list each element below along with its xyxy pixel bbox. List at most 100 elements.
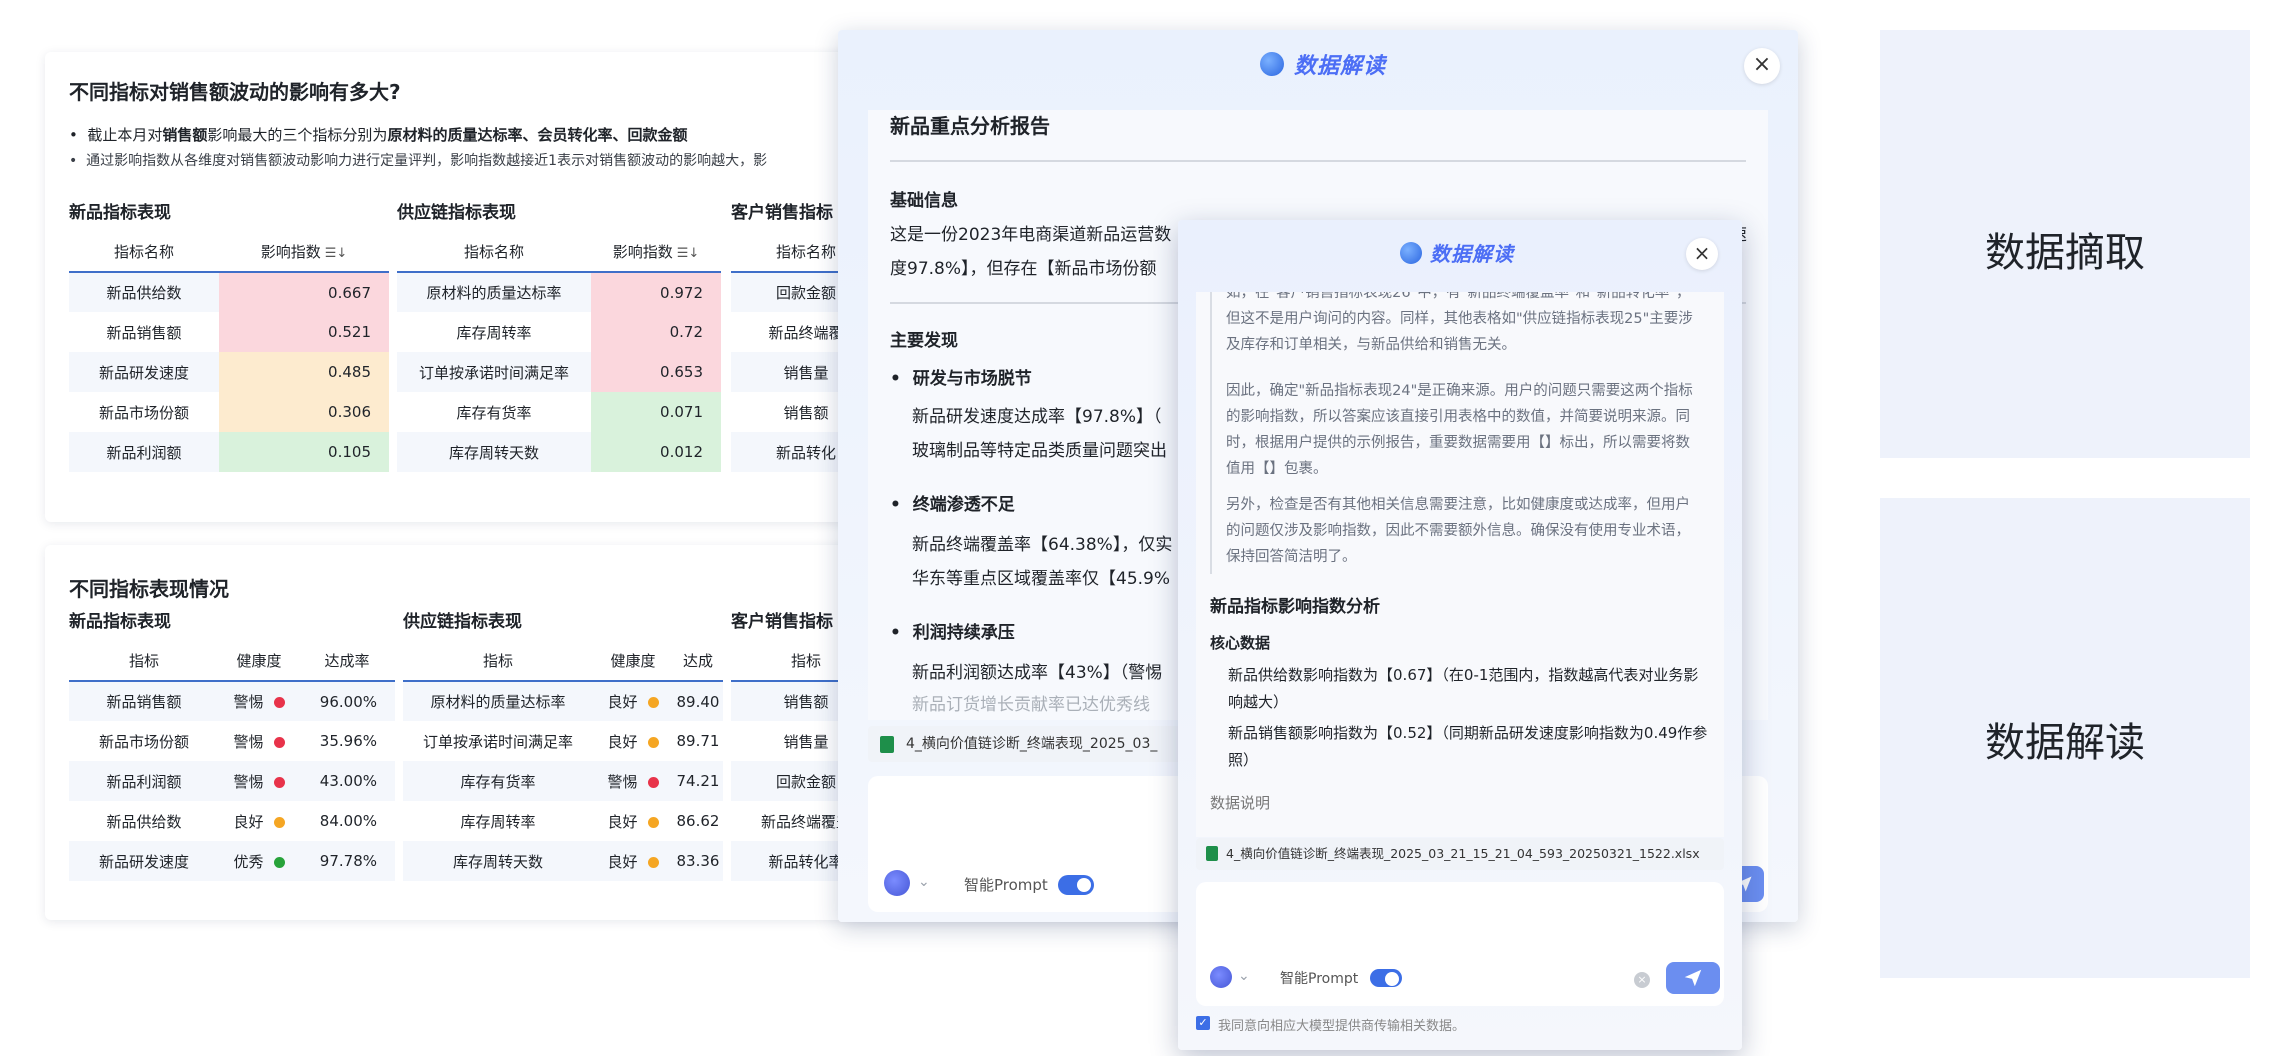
sort-icon[interactable]: ☰↓ [325,246,348,261]
status-dot [273,856,285,868]
close-button[interactable]: × [1686,238,1718,270]
col-health: 健康度 [219,641,299,682]
status-dot [647,856,659,868]
report-title: 新品重点分析报告 [890,114,1050,138]
smart-prompt-toggle[interactable] [1058,875,1094,895]
table-row: 库存周转天数 0.012 [397,432,721,472]
data-interpretation-label: 数据解读 [1985,720,2145,766]
table-row: 库存周转天数 良好 83.36 [403,841,723,881]
agree-text: 我同意向相应大模型提供商传输相关数据。 [1218,1019,1466,1034]
table-row: 新品市场份额 警惕 35.96% [98,732,377,751]
col-impact-index[interactable]: 影响指数 ☰↓ [219,232,389,273]
table-row: 库存有货率 警惕 74.21 [403,761,723,801]
section-new-product: 新品指标表现 [69,612,171,632]
panel-title: 数据解读 [1294,54,1387,79]
table-row: 新品供给数 0.667 [69,272,389,312]
col-metric-name: 指标名称 [69,232,219,273]
excel-file-icon [880,736,894,753]
reasoning-paragraph: 另外，检查是否有其他相关信息需要注意，比如健康度或达成率，但用户的问题仅涉及影响… [1226,497,1690,565]
col-impact-index[interactable]: 影响指数 ☰↓ [591,232,721,273]
finding-1-text: 新品研发速度达成率【97.8%】（ [912,407,1162,427]
chevron-down-icon[interactable]: ⌄ [1238,968,1250,984]
finding-1-text: 玻璃制品等特定品类质量问题突出 [912,441,1167,461]
status-dot [647,697,659,708]
core-data-item: 新品供给数影响指数为【0.67】（在0-1范围内，指数越高代表对业务影响越大） [1228,666,1699,711]
interpretation-logo-icon [1260,52,1284,76]
finding-3-text: 新品订货增长贡献率已达优秀线 [912,695,1150,715]
send-button[interactable] [1666,962,1720,994]
sort-icon[interactable]: ☰↓ [677,246,700,261]
table-row: 新品研发速度 0.485 [69,352,389,392]
supply-chain-health-table: 指标 健康度 达成 原材料的质量达标率 良好 89.40 订单按承诺时间满足率 良好 8… [403,641,723,881]
section-customer: 客户销售指标 [731,203,833,223]
table-row: 新品销售额 警惕 96.00% [69,681,395,721]
basic-info-text: 度97.8%】，但存在【新品市场份额 [890,259,1157,279]
performance-card-title: 不同指标表现情况 [69,577,229,601]
popup-title: 数据解读 [1430,242,1514,266]
close-button[interactable]: × [1744,48,1780,84]
col-rate: 达成 [673,641,723,682]
finding-2-title: • 终端渗透不足 [890,495,1015,515]
attachment-chip[interactable]: 4_横向价值链诊断_终端表现_2025_03_ [868,726,1198,762]
summary-bullet-1: • 截止本月对销售额影响最大的三个指标分别为原材料的质量达标率、会员转化率、回款… [69,126,688,144]
status-dot [273,816,285,828]
reasoning-paragraph: 如，在"客户销售指标表现26"中，有"新品终端覆盖率"和"新品转化率"，但这不是… [1226,292,1693,353]
clear-icon[interactable]: × [1634,972,1650,988]
data-interpretation-card: 数据解读 [1880,498,2250,978]
table-row: 库存周转率 0.72 [397,312,721,352]
data-interpretation-popup: 数据解读 × 如，在"客户销售指标表现26"中，有"新品终端覆盖率"和"新品转化… [1178,220,1742,1050]
section-new-product: 新品指标表现 [69,203,171,223]
model-selector-icon[interactable] [1210,966,1232,988]
finding-3-text: 新品利润额达成率【43%】（警惕 [912,663,1163,683]
table-row: 库存周转率 良好 86.62 [460,812,720,831]
divider [890,160,1746,162]
data-extraction-label: 数据摘取 [1985,230,2145,276]
status-dot [647,776,659,788]
summary-bullet-2: • 通过影响指数从各维度对销售额波动影响力进行定量评判，影响指数越接近1表示对销… [69,153,768,169]
table-row: 新品销售额 0.521 [69,312,389,352]
section-supply-chain: 供应链指标表现 [403,612,522,632]
table-row: 新品利润额 警惕 43.00% [69,761,395,801]
status-dot [273,697,285,708]
col-metric-name: 指标名称 [397,232,591,273]
data-extraction-card: 数据摘取 [1880,30,2250,458]
table-row: 库存有货率 0.071 [397,392,721,432]
status-dot [273,736,285,748]
table-row: 新品市场份额 0.306 [69,392,389,432]
finding-2-text: 新品终端覆盖率【64.38%】，仅实 [912,535,1173,555]
smart-prompt-label: 智能Prompt [1280,971,1359,987]
section-customer: 客户销售指标 [731,612,833,632]
col-metric: 指标 [69,641,219,682]
model-selector-icon[interactable] [884,870,910,896]
table-row: 订单按承诺时间满足率 0.653 [397,352,721,392]
table-row: 新品研发速度 优秀 97.78% [69,841,395,881]
main-findings-heading: 主要发现 [890,331,958,351]
chat-input-box[interactable]: ⌄ 智能Prompt × [1196,882,1724,1006]
finding-3-title: • 利润持续承压 [890,623,1015,643]
new-product-health-table: 指标 健康度 达成率 新品销售额 警惕 96.00% 新品市场份额 警惕 35.96% … [69,641,395,881]
influence-card-title: 不同指标对销售额波动的影响有多大? [69,80,401,104]
interpretation-logo-icon [1400,242,1422,264]
reasoning-quote-bar [1210,292,1212,574]
col-rate: 达成率 [299,641,395,682]
reasoning-paragraph: 因此，确定"新品指标表现24"是正确来源。用户的问题只需要这两个指标的影响指数，… [1226,383,1693,477]
col-health: 健康度 [593,641,673,682]
chevron-down-icon[interactable]: ⌄ [918,874,930,890]
table-row: 新品供给数 良好 84.00% [106,812,377,831]
analysis-heading: 新品指标影响指数分析 [1210,597,1380,617]
section-supply-chain: 供应链指标表现 [397,203,516,223]
supply-chain-index-table: 指标名称 影响指数 ☰↓ 原材料的质量达标率 0.972 库存周转率 0.72 订单按… [397,232,721,472]
popup-content: 如，在"客户销售指标表现26"中，有"新品终端覆盖率"和"新品转化率"，但这不是… [1196,292,1724,837]
new-product-index-table: 指标名称 影响指数 ☰↓ 新品供给数 0.667 新品销售额 0.521 新品研发速度… [69,232,389,472]
finding-1-title: • 研发与市场脱节 [890,369,1032,389]
send-icon [1684,969,1702,987]
basic-info-heading: 基础信息 [890,191,958,211]
agree-checkbox[interactable]: ✓ [1196,1016,1210,1030]
smart-prompt-label: 智能Prompt [964,876,1048,894]
excel-file-icon [1206,846,1218,861]
col-metric: 指标 [403,641,593,682]
data-note: 数据说明 [1210,794,1271,812]
smart-prompt-toggle[interactable] [1370,969,1402,987]
finding-2-text: 华东等重点区域覆盖率仅【45.9% [912,569,1171,589]
attachment-chip[interactable]: 4_横向价值链诊断_终端表现_2025_03_21_15_21_04_593_2… [1196,838,1724,870]
